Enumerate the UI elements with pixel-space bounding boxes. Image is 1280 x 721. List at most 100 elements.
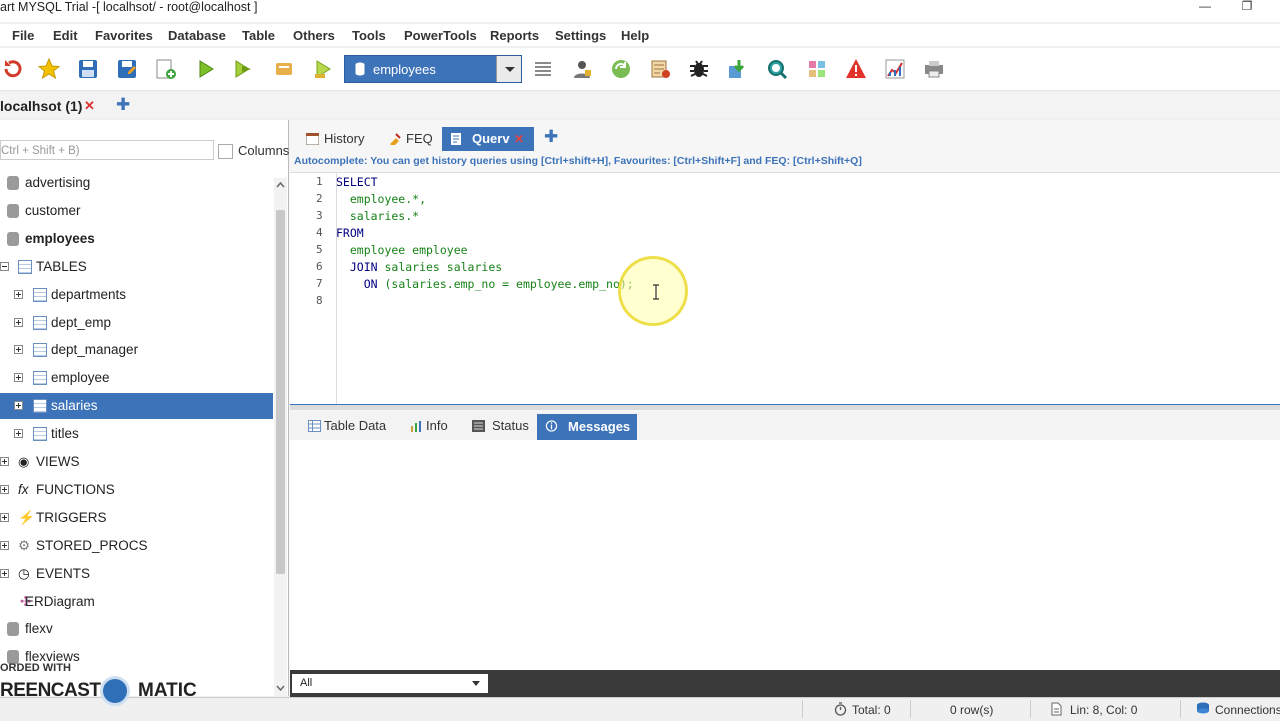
list-icon[interactable] [532,58,554,80]
save-icon[interactable] [77,58,99,80]
tree-item[interactable]: TABLES [0,254,273,280]
execute-all-icon[interactable] [233,58,255,80]
minimize-button[interactable]: — [1188,0,1222,16]
tree-item[interactable]: ◷ EVENTS [0,561,273,587]
import-icon[interactable] [727,58,749,80]
tools-icon[interactable] [806,58,828,80]
tab-query[interactable]: Querv ✕ [442,127,534,151]
expand-icon[interactable] [0,484,9,494]
favorite-star-icon[interactable] [38,58,60,80]
expand-icon[interactable] [14,429,23,439]
add-query-icon[interactable] [155,58,177,80]
tree-item[interactable]: employee [0,365,273,391]
expand-icon[interactable] [0,540,9,550]
menu-help[interactable]: Help [621,28,649,43]
menu-settings[interactable]: Settings [555,28,606,43]
tab-table-data[interactable]: Table Data [300,414,400,438]
warning-icon[interactable] [845,58,867,80]
code-line[interactable]: ON (salaries.emp_no = employee.emp_no); [336,277,634,291]
scroll-down-icon[interactable] [276,684,285,692]
menu-tools[interactable]: Tools [352,28,386,43]
refresh-icon[interactable] [2,58,24,80]
tab-history[interactable]: History [298,127,378,151]
status-total: Total: 0 [852,703,891,717]
scroll-up-icon[interactable] [276,181,285,189]
collapse-icon[interactable] [0,261,9,271]
function-icon: fx [18,481,29,497]
search-icon[interactable] [766,58,788,80]
expand-icon[interactable] [0,512,9,522]
result-filter-select[interactable]: All [292,674,488,693]
object-filter-input[interactable]: Ctrl + Shift + B) [0,140,214,160]
tree-item[interactable]: employees [0,226,273,252]
menu-others[interactable]: Others [293,28,335,43]
tree-item[interactable]: ⚡ TRIGGERS [0,505,273,531]
code-line[interactable]: salaries.* [336,209,419,223]
chevron-down-icon[interactable] [496,56,521,82]
code-line[interactable]: FROM [336,226,364,240]
tab-feq[interactable]: FEQ [380,127,440,151]
tree-item-label: TRIGGERS [36,509,107,525]
tree-item[interactable]: ✣ ERDiagram [0,589,273,615]
columns-checkbox[interactable] [218,144,233,159]
tree-scrollbar[interactable] [274,178,287,696]
tree-item[interactable]: titles [0,421,273,447]
expand-icon[interactable] [14,345,23,355]
code-line[interactable]: SELECT [336,175,378,189]
status-rows: 0 row(s) [950,703,994,717]
tab-info[interactable]: Info [402,414,462,438]
backup-icon[interactable] [610,58,632,80]
code-line[interactable]: JOIN salaries salaries [336,260,502,274]
add-connection-icon[interactable]: ✚ [116,95,130,115]
restore-button[interactable]: ❐ [1230,0,1264,16]
tree-item[interactable]: ⚙ STORED_PROCS [0,533,273,559]
menu-reports[interactable]: Reports [490,28,539,43]
expand-icon[interactable] [14,289,23,299]
menu-file[interactable]: File [12,28,34,43]
line-number: 3 [316,209,323,222]
close-icon[interactable]: ✕ [84,98,95,114]
watermark-logo-icon [100,676,130,706]
tree-item[interactable]: advertising [0,170,273,196]
add-query-tab-icon[interactable]: ✚ [544,127,558,147]
edit-icon[interactable] [273,58,295,80]
expand-icon[interactable] [14,317,23,327]
expand-icon[interactable] [0,457,9,466]
execute-selected-icon[interactable] [312,58,334,80]
menu-favorites[interactable]: Favorites [95,28,153,43]
expand-icon[interactable] [0,568,9,578]
tree-item[interactable]: dept_manager [0,337,273,363]
tree-item[interactable]: salaries [0,393,273,420]
menu-edit[interactable]: Edit [53,28,78,43]
tab-status[interactable]: Status [464,414,534,438]
tree-item[interactable]: ◉ VIEWS [0,449,273,475]
database-selector[interactable]: employees [344,55,522,83]
tree-item[interactable]: dept_emp [0,310,273,336]
tree-item[interactable]: customer [0,198,273,224]
messages-panel [290,440,1280,670]
close-icon[interactable]: ✕ [514,127,524,151]
menu-database[interactable]: Database [168,28,226,43]
menu-powertools[interactable]: PowerTools [404,28,477,43]
tab-table-data-label: Table Data [324,418,387,433]
tree-item[interactable]: fx FUNCTIONS [0,477,273,503]
chart-icon[interactable] [884,58,906,80]
code-line[interactable]: employee.*, [336,192,426,206]
status-connections[interactable]: Connections [1215,703,1280,717]
tab-messages[interactable]: Messages [537,414,637,440]
tree-item[interactable]: departments [0,282,273,308]
tree-item[interactable]: flexv [0,616,273,642]
save-as-icon[interactable] [116,58,138,80]
panel-splitter[interactable] [290,404,1280,410]
debug-icon[interactable] [688,58,710,80]
scrollbar-thumb[interactable] [276,210,285,574]
code-line[interactable]: employee employee [336,243,468,257]
execute-icon[interactable] [195,58,217,80]
scheduler-icon[interactable] [649,58,671,80]
expand-icon[interactable] [14,401,23,411]
user-icon[interactable] [571,58,593,80]
expand-icon[interactable] [14,373,23,383]
print-icon[interactable] [923,58,945,80]
menu-table[interactable]: Table [242,28,275,43]
sql-editor[interactable]: 1 2 3 4 5 6 7 8 SELECT employee.*, salaries.* FR… [290,172,1280,407]
